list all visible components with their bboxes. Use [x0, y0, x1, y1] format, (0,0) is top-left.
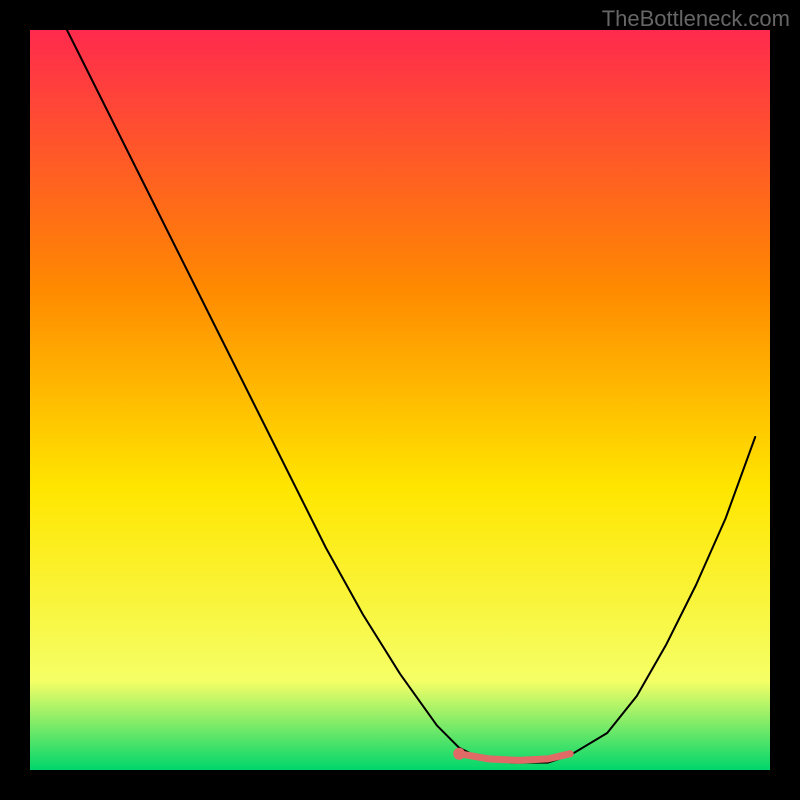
marker-highlight-dot: [453, 748, 465, 760]
plot-area: [30, 30, 770, 770]
marker-group: [453, 748, 465, 760]
chart-svg: [30, 30, 770, 770]
chart-container: TheBottleneck.com: [0, 0, 800, 800]
watermark-text: TheBottleneck.com: [602, 6, 790, 32]
